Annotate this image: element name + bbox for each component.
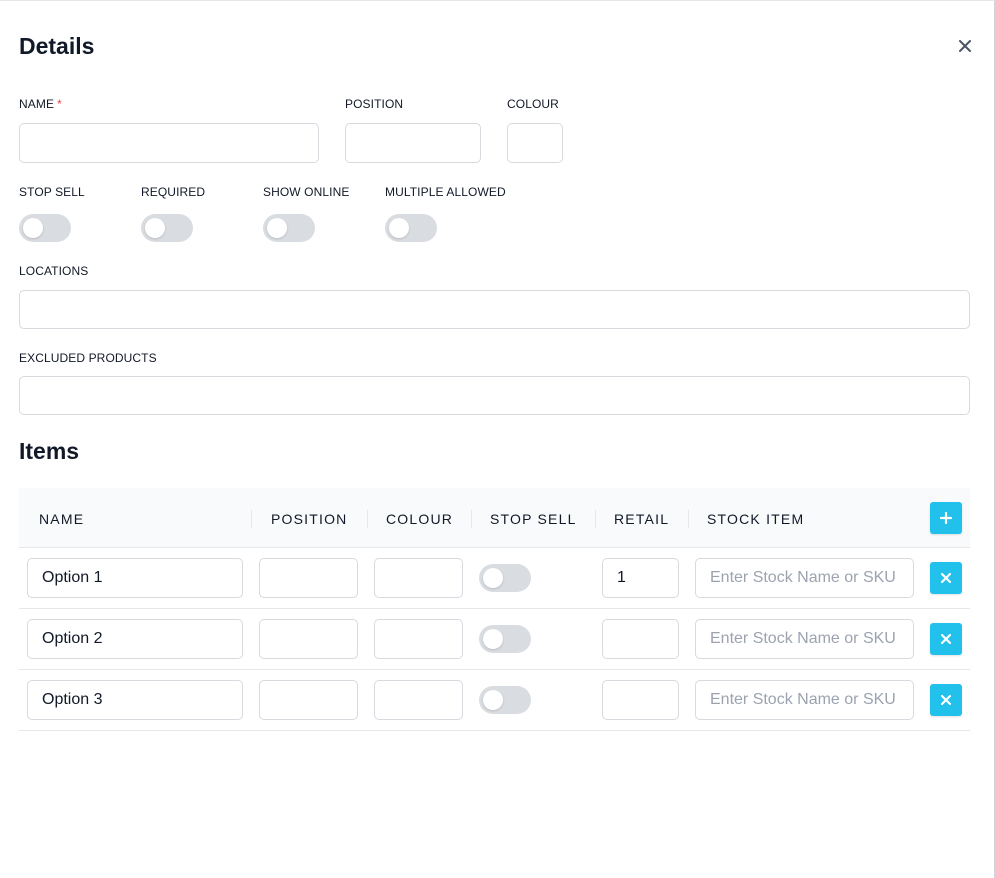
item-stock-input[interactable] [695, 619, 914, 659]
details-panel: Details NAME * POSITION COLOUR STOP SELL … [0, 0, 995, 878]
position-input[interactable] [345, 123, 481, 163]
required-label: REQUIRED [141, 185, 206, 199]
column-header-name: NAME [39, 511, 85, 527]
item-position-input[interactable] [259, 558, 358, 598]
toggle-knob [483, 629, 503, 649]
name-input[interactable] [19, 123, 319, 163]
colour-label: COLOUR [507, 97, 559, 111]
position-label: POSITION [345, 97, 404, 111]
items-table-header: NAME POSITION COLOUR STOP SELL RETAIL ST… [19, 488, 970, 548]
multiple-allowed-toggle[interactable] [385, 214, 437, 242]
multiple-allowed-label: MULTIPLE ALLOWED [385, 185, 506, 199]
item-stop-sell-toggle[interactable] [479, 625, 531, 653]
item-retail-input[interactable] [602, 619, 679, 659]
remove-item-button[interactable] [930, 562, 962, 594]
toggle-knob [267, 218, 287, 238]
toggle-knob [483, 568, 503, 588]
required-toggle[interactable] [141, 214, 193, 242]
column-header-colour: COLOUR [386, 511, 454, 527]
table-row [19, 670, 970, 731]
column-header-stop-sell: STOP SELL [490, 511, 577, 527]
close-icon [941, 695, 951, 705]
name-label: NAME * [19, 97, 62, 111]
column-divider [595, 510, 596, 528]
table-row [19, 609, 970, 670]
plus-icon [940, 512, 952, 524]
column-header-position: POSITION [271, 511, 348, 527]
stop-sell-label: STOP SELL [19, 185, 85, 199]
colour-input[interactable] [507, 123, 563, 163]
item-stock-input[interactable] [695, 680, 914, 720]
close-button[interactable] [954, 35, 976, 57]
close-icon [959, 40, 971, 52]
item-position-input[interactable] [259, 619, 358, 659]
items-title: Items [19, 438, 80, 464]
column-divider [251, 510, 252, 528]
table-row [19, 548, 970, 609]
item-stock-input[interactable] [695, 558, 914, 598]
item-position-input[interactable] [259, 680, 358, 720]
column-header-retail: RETAIL [614, 511, 670, 527]
excluded-products-label: EXCLUDED PRODUCTS [19, 351, 157, 365]
toggle-knob [389, 218, 409, 238]
show-online-label: SHOW ONLINE [263, 185, 350, 199]
close-icon [941, 573, 951, 583]
locations-select[interactable] [19, 290, 970, 329]
column-divider [367, 510, 368, 528]
close-icon [941, 634, 951, 644]
item-retail-input[interactable] [602, 680, 679, 720]
toggle-knob [145, 218, 165, 238]
item-name-input[interactable] [27, 619, 243, 659]
remove-item-button[interactable] [930, 684, 962, 716]
toggle-knob [23, 218, 43, 238]
item-colour-input[interactable] [374, 558, 463, 598]
locations-label: LOCATIONS [19, 264, 89, 278]
required-mark: * [57, 97, 62, 111]
item-stop-sell-toggle[interactable] [479, 686, 531, 714]
item-retail-input[interactable] [602, 558, 679, 598]
item-name-input[interactable] [27, 680, 243, 720]
item-stop-sell-toggle[interactable] [479, 564, 531, 592]
column-divider [688, 510, 689, 528]
column-divider [471, 510, 472, 528]
stop-sell-toggle[interactable] [19, 214, 71, 242]
remove-item-button[interactable] [930, 623, 962, 655]
item-name-input[interactable] [27, 558, 243, 598]
column-header-stock-item: STOCK ITEM [707, 511, 805, 527]
toggle-knob [483, 690, 503, 710]
item-colour-input[interactable] [374, 619, 463, 659]
details-title: Details [19, 33, 95, 59]
add-item-button[interactable] [930, 502, 962, 534]
item-colour-input[interactable] [374, 680, 463, 720]
show-online-toggle[interactable] [263, 214, 315, 242]
excluded-products-select[interactable] [19, 376, 970, 415]
